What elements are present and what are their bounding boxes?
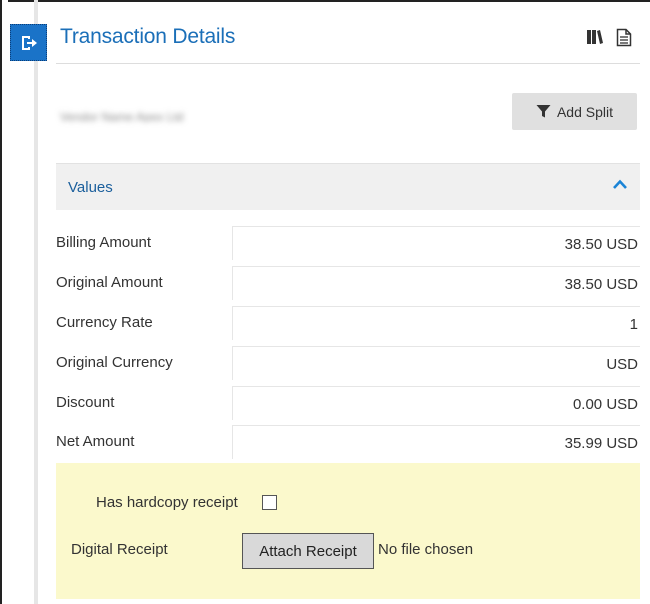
file-status-text: No file chosen — [378, 541, 474, 558]
hardcopy-receipt-checkbox[interactable] — [262, 495, 277, 510]
blurred-vendor-text: Vendor Name Apex Ltd — [60, 110, 184, 122]
field-value: 35.99 USD — [232, 425, 640, 459]
field-label: Original Amount — [56, 274, 163, 291]
filter-icon — [536, 105, 551, 118]
hardcopy-receipt-label: Has hardcopy receipt — [96, 494, 238, 511]
window-top-border — [0, 0, 650, 7]
field-value: 1 — [232, 306, 640, 340]
attach-receipt-button[interactable]: Attach Receipt — [242, 533, 374, 569]
digital-receipt-label: Digital Receipt — [71, 541, 168, 558]
panel-gutter — [34, 0, 38, 604]
field-label: Billing Amount — [56, 234, 152, 251]
field-row-discount: Discount 0.00 USD — [56, 383, 640, 423]
field-label: Discount — [56, 394, 115, 411]
receipt-section: Has hardcopy receipt Digital Receipt Att… — [56, 463, 640, 599]
chevron-up-icon[interactable] — [612, 178, 628, 190]
page-title: Transaction Details — [60, 25, 236, 48]
values-section-header[interactable]: Values — [56, 163, 640, 210]
field-label: Currency Rate — [56, 314, 153, 331]
panel-header: Transaction Details — [56, 20, 640, 64]
field-row-original-currency: Original Currency USD — [56, 343, 640, 383]
field-row-currency-rate: Currency Rate 1 — [56, 303, 640, 343]
values-section-title: Values — [68, 179, 113, 196]
window-left-border — [0, 0, 8, 604]
books-icon[interactable] — [586, 28, 604, 46]
field-row-billing-amount: Billing Amount 38.50 USD — [56, 223, 640, 263]
add-split-button[interactable]: Add Split — [512, 93, 637, 130]
document-icon[interactable] — [616, 28, 632, 47]
field-value: 0.00 USD — [232, 386, 640, 420]
add-split-label: Add Split — [556, 103, 614, 120]
field-value: 38.50 USD — [232, 266, 640, 300]
exit-panel-icon — [21, 35, 37, 50]
transaction-details-panel: Transaction Details Vendor Name Apex Ltd… — [0, 0, 650, 604]
field-row-net-amount: Net Amount 35.99 USD — [56, 422, 640, 462]
field-value: 38.50 USD — [232, 226, 640, 260]
field-value: USD — [232, 346, 640, 380]
field-row-original-amount: Original Amount 38.50 USD — [56, 263, 640, 303]
field-label: Original Currency — [56, 354, 173, 371]
field-label: Net Amount — [56, 433, 135, 450]
exit-panel-button[interactable] — [10, 24, 47, 61]
